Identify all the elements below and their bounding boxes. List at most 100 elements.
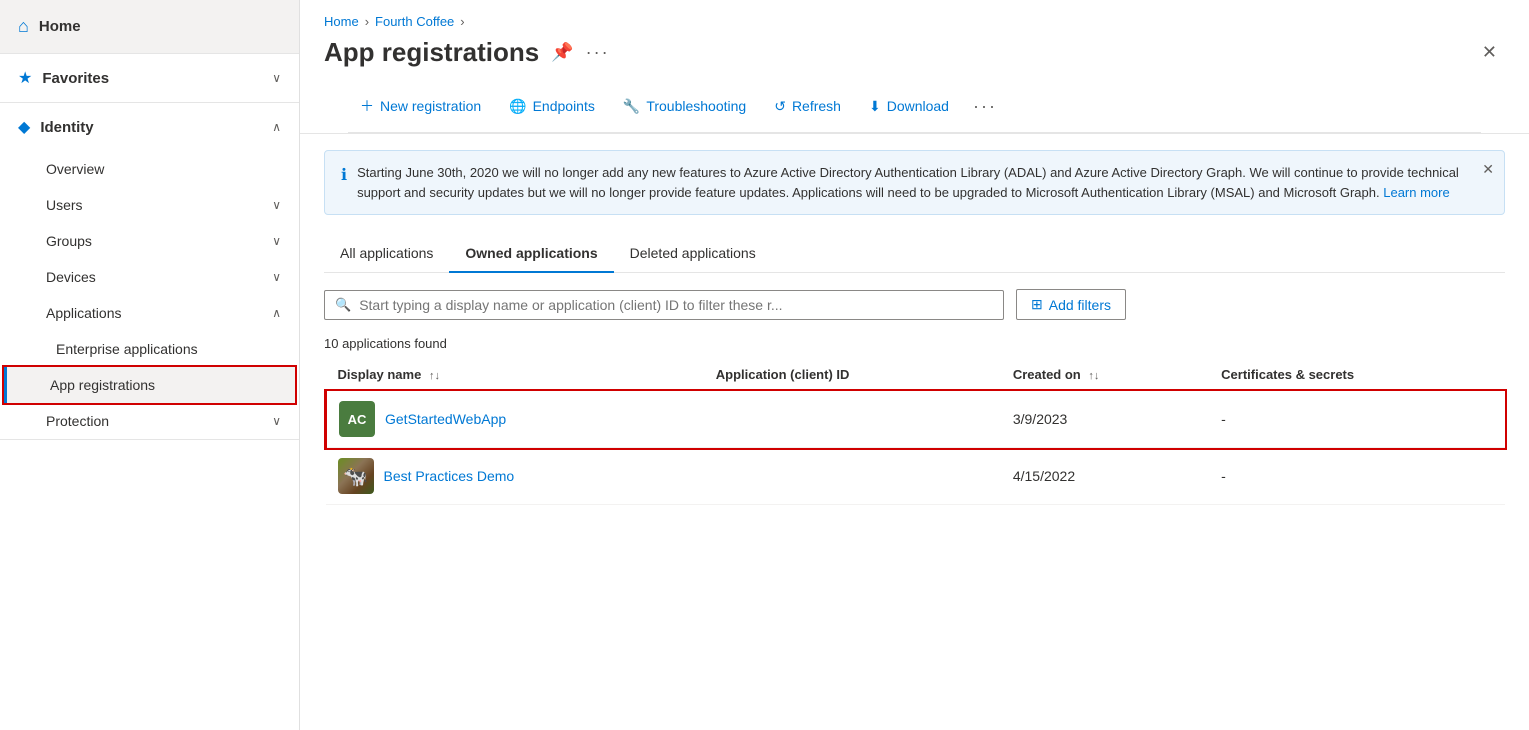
sidebar-favorites-header[interactable]: ★ Favorites ∨ <box>0 54 299 102</box>
app-avatar-2: 🐄 <box>338 458 374 494</box>
table-cell-client-id-1 <box>704 391 1001 448</box>
toolbar: ＋ New registration 🌐 Endpoints 🔧 Trouble… <box>348 80 1481 133</box>
table-cell-name: AC GetStartedWebApp <box>326 391 704 448</box>
table-cell-created-2: 4/15/2022 <box>1001 448 1209 505</box>
tab-all-applications[interactable]: All applications <box>324 235 449 273</box>
app-avatar-1: AC <box>339 401 375 437</box>
content-body: ℹ Starting June 30th, 2020 we will no lo… <box>300 134 1529 730</box>
main-content: Home › Fourth Coffee › App registrations… <box>300 0 1529 730</box>
download-label: Download <box>887 98 949 114</box>
sidebar-item-overview[interactable]: Overview <box>0 151 299 187</box>
table-header-row: Display name ↑↓ Application (client) ID … <box>326 359 1506 391</box>
search-filter-row: 🔍 ⊞ Add filters <box>324 289 1505 320</box>
page-title-row: App registrations 📌 ··· ✕ <box>324 37 1505 68</box>
add-filters-button[interactable]: ⊞ Add filters <box>1016 289 1126 320</box>
close-button[interactable]: ✕ <box>1474 38 1505 67</box>
filter-icon: ⊞ <box>1031 296 1043 313</box>
enterprise-apps-label: Enterprise applications <box>56 341 198 357</box>
breadcrumb-fourth-coffee[interactable]: Fourth Coffee <box>375 14 454 29</box>
breadcrumb: Home › Fourth Coffee › <box>324 14 1505 29</box>
sidebar-item-users[interactable]: Users ∨ <box>0 187 299 223</box>
sidebar-item-enterprise-apps[interactable]: Enterprise applications <box>0 331 299 367</box>
col-created-on: Created on ↑↓ <box>1001 359 1209 391</box>
sidebar-applications-label: Applications <box>46 305 122 321</box>
identity-label: Identity <box>40 119 93 136</box>
identity-chevron-icon: ∧ <box>272 120 281 134</box>
table-cell-certs-2: - <box>1209 448 1505 505</box>
sidebar-home[interactable]: ⌂ Home <box>0 0 299 54</box>
tab-deleted-applications[interactable]: Deleted applications <box>614 235 772 273</box>
globe-icon: 🌐 <box>509 98 526 115</box>
filter-label: Add filters <box>1049 297 1111 313</box>
sidebar-home-label: Home <box>39 18 81 35</box>
sidebar-devices-label: Devices <box>46 269 96 285</box>
col-certs: Certificates & secrets <box>1209 359 1505 391</box>
troubleshooting-button[interactable]: 🔧 Troubleshooting <box>611 92 758 121</box>
identity-icon: ◆ <box>18 117 30 137</box>
sidebar-item-devices[interactable]: Devices ∨ <box>0 259 299 295</box>
sidebar-groups-label: Groups <box>46 233 92 249</box>
page-title: App registrations <box>324 37 539 68</box>
breadcrumb-home[interactable]: Home <box>324 14 359 29</box>
table-row: AC GetStartedWebApp 3/9/2023 - <box>326 391 1506 448</box>
col-display-name: Display name ↑↓ <box>326 359 704 391</box>
applications-chevron-icon: ∧ <box>272 306 281 320</box>
table-row: 🐄 Best Practices Demo 4/15/2022 - <box>326 448 1506 505</box>
app-registrations-label: App registrations <box>50 377 155 393</box>
groups-chevron-icon: ∨ <box>272 234 281 248</box>
results-count: 10 applications found <box>324 336 1505 351</box>
table-cell-name-2: 🐄 Best Practices Demo <box>326 448 704 505</box>
toolbar-more-icon[interactable]: ··· <box>965 92 1005 121</box>
sidebar-identity-header[interactable]: ◆ Identity ∧ <box>0 103 299 151</box>
sidebar-item-groups[interactable]: Groups ∨ <box>0 223 299 259</box>
sidebar-section-favorites: ★ Favorites ∨ <box>0 54 299 103</box>
sidebar-users-label: Users <box>46 197 83 213</box>
alert-text: Starting June 30th, 2020 we will no long… <box>357 163 1488 202</box>
search-input[interactable] <box>359 297 993 313</box>
sort-icon-name[interactable]: ↑↓ <box>429 370 440 382</box>
app-link-1[interactable]: GetStartedWebApp <box>385 411 506 427</box>
sidebar-overview-label: Overview <box>46 161 104 177</box>
more-icon[interactable]: ··· <box>586 42 610 63</box>
troubleshooting-label: Troubleshooting <box>646 98 746 114</box>
sidebar-section-identity: ◆ Identity ∧ Overview Users ∨ Groups ∨ D… <box>0 103 299 440</box>
favorites-chevron-icon: ∨ <box>272 71 281 85</box>
pin-icon[interactable]: 📌 <box>551 42 573 63</box>
breadcrumb-sep-2: › <box>460 14 464 29</box>
applications-table: Display name ↑↓ Application (client) ID … <box>324 359 1505 505</box>
search-box: 🔍 <box>324 290 1004 320</box>
users-chevron-icon: ∨ <box>272 198 281 212</box>
home-icon: ⌂ <box>18 16 29 37</box>
tab-bar: All applications Owned applications Dele… <box>324 235 1505 273</box>
download-button[interactable]: ⬇ Download <box>857 92 961 121</box>
favorites-icon: ★ <box>18 68 32 88</box>
sidebar-item-protection[interactable]: Protection ∨ <box>0 403 299 439</box>
tab-owned-applications[interactable]: Owned applications <box>449 235 613 273</box>
main-header: Home › Fourth Coffee › App registrations… <box>300 0 1529 134</box>
info-icon: ℹ <box>341 165 347 185</box>
table-cell-created-1: 3/9/2023 <box>1001 391 1209 448</box>
col-client-id: Application (client) ID <box>704 359 1001 391</box>
download-icon: ⬇ <box>869 98 881 115</box>
refresh-label: Refresh <box>792 98 841 114</box>
refresh-button[interactable]: ↺ Refresh <box>762 92 853 121</box>
refresh-icon: ↺ <box>774 98 786 115</box>
alert-learn-more-link[interactable]: Learn more <box>1383 185 1449 200</box>
endpoints-label: Endpoints <box>533 98 595 114</box>
sidebar-item-applications[interactable]: Applications ∧ <box>0 295 299 331</box>
table-cell-client-id-2 <box>704 448 1001 505</box>
wrench-icon: 🔧 <box>623 98 640 115</box>
sidebar-protection-label: Protection <box>46 413 109 429</box>
alert-close-button[interactable]: ✕ <box>1482 161 1494 178</box>
search-icon: 🔍 <box>335 297 351 313</box>
alert-banner: ℹ Starting June 30th, 2020 we will no lo… <box>324 150 1505 215</box>
sidebar-item-app-registrations[interactable]: App registrations <box>4 367 295 403</box>
sort-icon-created[interactable]: ↑↓ <box>1088 370 1099 382</box>
plus-icon: ＋ <box>360 96 374 116</box>
breadcrumb-sep-1: › <box>365 14 369 29</box>
endpoints-button[interactable]: 🌐 Endpoints <box>497 92 607 121</box>
protection-chevron-icon: ∨ <box>272 414 281 428</box>
new-registration-label: New registration <box>380 98 481 114</box>
app-link-2[interactable]: Best Practices Demo <box>384 468 515 484</box>
new-registration-button[interactable]: ＋ New registration <box>348 90 493 122</box>
